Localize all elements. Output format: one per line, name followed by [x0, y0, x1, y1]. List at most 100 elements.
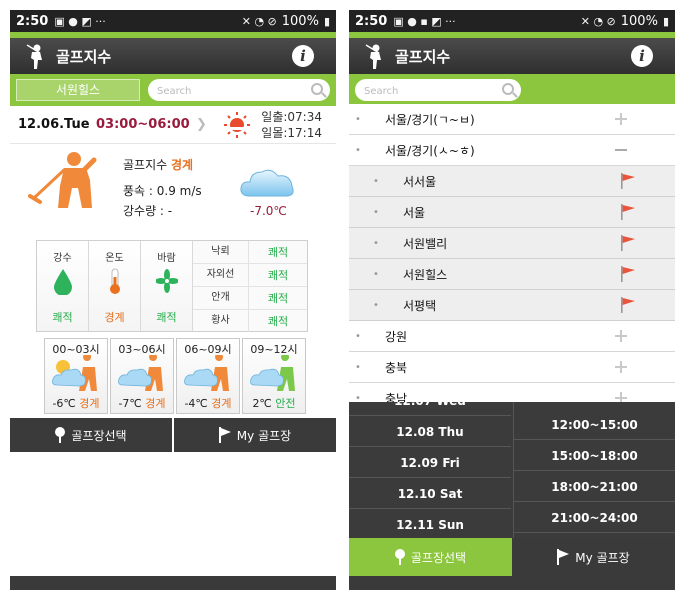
bullet-icon: • — [355, 361, 361, 373]
select-course-label: 골프장선택 — [71, 428, 127, 443]
hourly-card[interactable]: 09~12시 2℃ 안전 — [242, 338, 306, 414]
hourly-card[interactable]: 03~06시 -7℃ 경계 — [110, 338, 174, 414]
course-label: 서울 — [403, 205, 426, 220]
selected-course-tab[interactable]: 서원힐스 — [16, 79, 140, 101]
grid-row-lightning: 낙뢰 쾌적 — [193, 241, 307, 264]
red-flag-icon[interactable] — [619, 296, 637, 314]
search-input[interactable] — [148, 80, 330, 103]
signal-icons: ✕ ◔ ⊘ — [580, 14, 616, 28]
battery-icon: ▮ — [662, 14, 669, 28]
region-item[interactable]: • 강원 — [349, 321, 675, 352]
time-picker-column[interactable]: 12:00~15:00 15:00~18:00 18:00~21:00 21:0… — [513, 402, 675, 538]
region-list: • 서울/경기(ㄱ~ㅂ) • 서울/경기(ㅅ~ㅎ) • 서서울 • 서울 • 서원밸리 •… — [349, 104, 675, 414]
course-item[interactable]: • 서평택 — [349, 290, 675, 321]
sun-times: 일출:07:34 일몰:17:14 — [261, 109, 322, 141]
red-flag-icon[interactable] — [619, 172, 637, 190]
battery-level: 100% — [620, 13, 658, 29]
expand-plus-icon[interactable] — [615, 113, 627, 125]
region-item[interactable]: • 서울/경기(ㅅ~ㅎ) — [349, 135, 675, 166]
date-option[interactable]: 12.08 Thu — [349, 417, 511, 447]
red-flag-icon[interactable] — [619, 203, 637, 221]
raindrop-icon — [54, 269, 72, 295]
my-course-button[interactable]: My 골프장 — [512, 538, 675, 576]
status-right: ✕ ◔ ⊘ 100% ▮ — [581, 14, 669, 29]
pinwheel-icon — [156, 269, 178, 293]
sunrise-time: 일출:07:34 — [261, 110, 322, 124]
red-flag-icon[interactable] — [619, 234, 637, 252]
search-input[interactable] — [355, 80, 521, 103]
golf-index-label: 골프지수 — [123, 158, 168, 172]
course-label: 서서울 — [403, 174, 437, 189]
course-item[interactable]: • 서울 — [349, 197, 675, 228]
expand-plus-icon[interactable] — [615, 330, 627, 342]
row-label: 자외선 — [193, 264, 249, 286]
select-course-button[interactable]: 골프장선택 — [10, 418, 172, 452]
info-button[interactable]: i — [631, 45, 653, 67]
grid-header-wind: 바람 — [157, 253, 176, 264]
chevron-right-icon[interactable]: ❯ — [196, 117, 207, 132]
search-icon[interactable] — [311, 83, 323, 95]
hourly-card[interactable]: 06~09시 -4℃ 경계 — [176, 338, 240, 414]
search-box[interactable] — [355, 79, 521, 103]
date-option[interactable]: 12.07 Wed — [349, 402, 511, 416]
grid-col-wind: 바람 쾌적 — [141, 241, 193, 331]
region-item[interactable]: • 충북 — [349, 352, 675, 383]
date-option[interactable]: 12.11 Sun — [349, 510, 511, 538]
bottom-nav: 골프장선택 My 골프장 — [349, 538, 675, 576]
region-label: 서울/경기(ㅅ~ㅎ) — [385, 143, 475, 158]
app-bar: 골프지수 i — [349, 38, 675, 74]
date-option[interactable]: 12.09 Fri — [349, 448, 511, 478]
select-course-button[interactable]: 골프장선택 — [349, 538, 512, 576]
bullet-icon: • — [373, 299, 379, 311]
region-item[interactable]: • 서울/경기(ㄱ~ㅂ) — [349, 104, 675, 135]
time-option[interactable]: 18:00~21:00 — [514, 472, 675, 502]
app-title: 골프지수 — [56, 47, 112, 66]
region-label: 서울/경기(ㄱ~ㅂ) — [385, 112, 475, 127]
notification-icons: ▣ ● ◩ ··· — [54, 14, 106, 28]
hourly-temp-status: -6℃ 경계 — [45, 395, 107, 411]
row-value: 쾌적 — [267, 292, 289, 305]
grid-header-temp: 온도 — [105, 253, 124, 264]
grid-status-temp: 경계 — [104, 311, 125, 324]
date-time-picker: 12.07 Wed 12.08 Thu 12.09 Fri 12.10 Sat … — [349, 402, 675, 538]
row-label: 황사 — [193, 310, 249, 332]
hourly-temp: -6℃ — [52, 397, 76, 410]
golf-pin-icon — [55, 427, 66, 443]
golf-index-status: 경계 — [171, 158, 194, 172]
course-item[interactable]: • 서원힐스 — [349, 259, 675, 290]
time-option[interactable]: 12:00~15:00 — [514, 410, 675, 440]
time-option[interactable]: 15:00~18:00 — [514, 441, 675, 471]
info-button[interactable]: i — [292, 45, 314, 67]
date-option[interactable]: 12.10 Sat — [349, 479, 511, 509]
course-item[interactable]: • 서서울 — [349, 166, 675, 197]
date-picker-column[interactable]: 12.07 Wed 12.08 Thu 12.09 Fri 12.10 Sat … — [349, 402, 511, 538]
current-condition: 골프지수 경계 풍속 : 0.9 m/s 강수량 : - -7.0℃ — [10, 144, 336, 242]
grid-header-rain: 강수 — [53, 253, 72, 264]
grid-rows: 낙뢰 쾌적 자외선 쾌적 안개 쾌적 황사 쾌적 — [193, 241, 307, 332]
notification-icons: ▣ ● ▪ ◩ ··· — [393, 14, 456, 28]
hourly-card[interactable]: 00~03시 -6℃ 경계 — [44, 338, 108, 414]
course-item[interactable]: • 서원밸리 — [349, 228, 675, 259]
golf-index-line: 골프지수 경계 — [123, 156, 193, 173]
hourly-status: 경계 — [211, 397, 232, 410]
grid-col-rain: 강수 쾌적 — [37, 241, 89, 331]
row-value: 쾌적 — [267, 246, 289, 259]
app-bar: 골프지수 i — [10, 38, 336, 74]
red-flag-icon[interactable] — [619, 265, 637, 283]
time-option[interactable]: 21:00~24:00 — [514, 503, 675, 533]
search-box[interactable] — [148, 79, 330, 103]
temperature: -7.0℃ — [250, 204, 287, 218]
time-range: 03:00~06:00 — [96, 117, 190, 132]
status-time: 2:50 — [355, 13, 388, 29]
hourly-temp: -4℃ — [184, 397, 208, 410]
collapse-minus-icon[interactable] — [615, 149, 627, 151]
my-course-button[interactable]: My 골프장 — [174, 418, 336, 452]
grid-row-uv: 자외선 쾌적 — [193, 264, 307, 287]
region-label: 충북 — [385, 360, 408, 375]
search-icon[interactable] — [502, 83, 514, 95]
golfer-status-icon — [28, 152, 97, 208]
signal-icons: ✕ ◔ ⊘ — [241, 14, 277, 28]
grid-status-wind: 쾌적 — [156, 311, 177, 324]
expand-plus-icon[interactable] — [615, 361, 627, 373]
status-bar: 2:50 ▣ ● ▪ ◩ ··· ✕ ◔ ⊘ 100% ▮ — [349, 10, 675, 32]
